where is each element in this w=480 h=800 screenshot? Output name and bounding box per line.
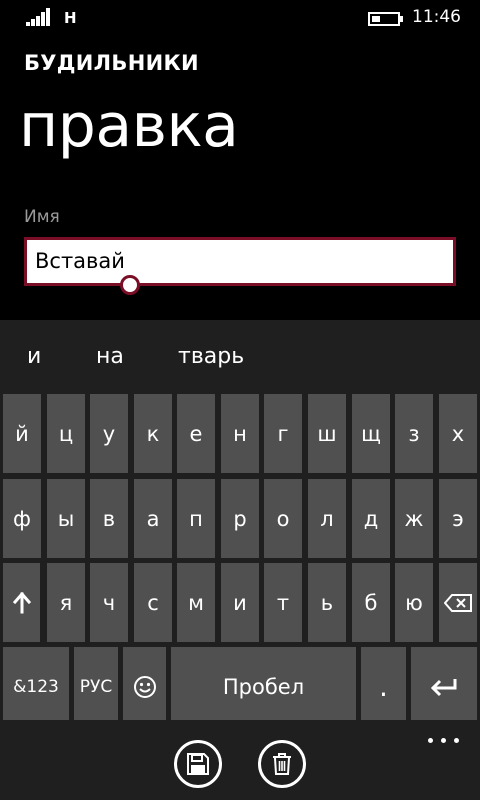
enter-key[interactable] xyxy=(411,647,477,726)
enter-icon xyxy=(430,678,457,696)
key-з[interactable]: з xyxy=(395,394,433,473)
key-л[interactable]: л xyxy=(308,479,346,558)
key-р[interactable]: р xyxy=(221,479,259,558)
save-icon xyxy=(187,753,209,775)
key-ш[interactable]: ш xyxy=(308,394,346,473)
name-label: Имя xyxy=(24,207,60,227)
app-title: БУДИЛЬНИКИ xyxy=(24,51,199,75)
app-bar xyxy=(0,720,480,800)
delete-button[interactable] xyxy=(258,740,306,788)
key-и[interactable]: и xyxy=(221,563,259,642)
soft-keyboard: и на тварь &123 РУС Пробел . йцукенгшщзх… xyxy=(0,320,480,726)
key-е[interactable]: е xyxy=(177,394,215,473)
key-п[interactable]: п xyxy=(177,479,215,558)
shift-key[interactable] xyxy=(3,563,40,642)
key-к[interactable]: к xyxy=(134,394,172,473)
key-ю[interactable]: ю xyxy=(395,563,433,642)
battery-icon xyxy=(368,12,400,26)
key-б[interactable]: б xyxy=(352,563,390,642)
signal-strength-icon xyxy=(26,8,52,26)
suggestion-3[interactable]: тварь xyxy=(178,344,244,369)
key-й[interactable]: й xyxy=(3,394,41,473)
caret-handle[interactable] xyxy=(120,275,140,295)
key-ф[interactable]: ф xyxy=(3,479,41,558)
key-ь[interactable]: ь xyxy=(308,563,346,642)
key-ы[interactable]: ы xyxy=(47,479,85,558)
language-key[interactable]: РУС xyxy=(74,647,118,726)
smiley-icon xyxy=(133,675,156,698)
key-т[interactable]: т xyxy=(264,563,302,642)
key-в[interactable]: в xyxy=(90,479,128,558)
key-х[interactable]: х xyxy=(439,394,477,473)
key-о[interactable]: о xyxy=(264,479,302,558)
key-н[interactable]: н xyxy=(221,394,259,473)
key-ж[interactable]: ж xyxy=(395,479,433,558)
key-ц[interactable]: ц xyxy=(47,394,85,473)
key-я[interactable]: я xyxy=(47,563,85,642)
backspace-icon xyxy=(444,593,472,612)
space-key[interactable]: Пробел xyxy=(171,647,356,726)
clock: 11:46 xyxy=(412,7,461,27)
battery-tip xyxy=(400,16,403,22)
key-у[interactable]: у xyxy=(90,394,128,473)
name-input[interactable]: Вставай xyxy=(24,237,456,286)
symbols-key[interactable]: &123 xyxy=(3,647,69,726)
backspace-key[interactable] xyxy=(439,563,477,642)
key-щ[interactable]: щ xyxy=(352,394,390,473)
more-icon[interactable] xyxy=(428,738,460,748)
key-э[interactable]: э xyxy=(439,479,477,558)
page-title: правка xyxy=(19,91,239,161)
suggestion-2[interactable]: на xyxy=(96,344,124,369)
period-key[interactable]: . xyxy=(361,647,406,726)
key-с[interactable]: с xyxy=(134,563,172,642)
key-д[interactable]: д xyxy=(352,479,390,558)
save-button[interactable] xyxy=(174,740,222,788)
status-bar: H 11:46 xyxy=(0,0,480,36)
emoji-key[interactable] xyxy=(123,647,166,726)
name-input-value: Вставай xyxy=(35,249,125,273)
delete-icon xyxy=(273,753,291,775)
key-м[interactable]: м xyxy=(177,563,215,642)
key-а[interactable]: а xyxy=(134,479,172,558)
key-г[interactable]: г xyxy=(264,394,302,473)
network-type: H xyxy=(64,9,77,27)
key-ч[interactable]: ч xyxy=(90,563,128,642)
shift-arrow-up-icon xyxy=(12,591,31,613)
suggestion-1[interactable]: и xyxy=(27,344,41,369)
